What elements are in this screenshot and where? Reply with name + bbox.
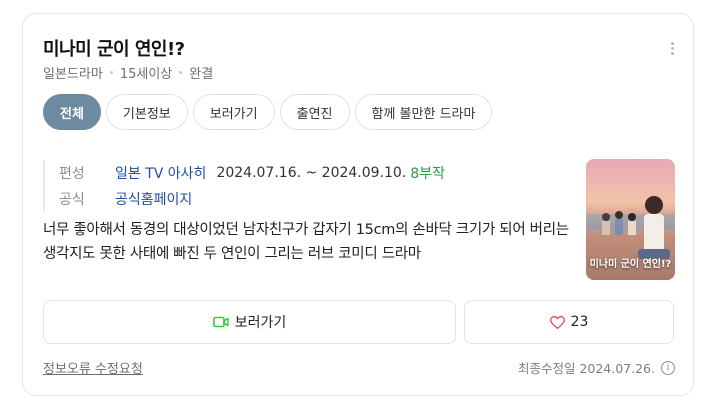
official-label: 공식 <box>59 192 85 208</box>
genre-label: 일본드라마 <box>43 67 103 82</box>
tab-recommended[interactable]: 함께 볼만한 드라마 <box>354 94 493 130</box>
tab-watch[interactable]: 보러가기 <box>192 94 275 130</box>
like-count: 23 <box>570 314 589 330</box>
drama-title: 미나미 군이 연인!? <box>43 39 185 60</box>
poster-title: 미나미 군이 연인!? <box>589 259 672 270</box>
last-updated-text: 최종수정일 2024.07.26. <box>517 361 655 376</box>
watch-button[interactable]: 보러가기 <box>43 300 456 344</box>
episode-count: 8부작 <box>410 166 445 182</box>
poster-image[interactable]: 미나미 군이 연인!? <box>586 159 675 280</box>
tab-cast[interactable]: 출연진 <box>279 94 350 130</box>
broadcast-period: 2024.07.16. ~ 2024.09.10. <box>216 165 407 181</box>
watch-button-label: 보러가기 <box>234 315 287 331</box>
official-homepage-link[interactable]: 공식홈페이지 <box>115 189 192 209</box>
tab-basic-info[interactable]: 기본정보 <box>105 94 188 130</box>
info-section: 편성 일본 TV 아사히 2024.07.16. ~ 2024.09.10. 8… <box>43 160 445 212</box>
like-button[interactable]: 23 <box>464 300 674 344</box>
separator-dot <box>179 71 183 74</box>
separator-dot <box>109 71 113 74</box>
report-error-link[interactable]: 정보오류 수정요청 <box>43 358 143 377</box>
drama-meta: 일본드라마 15세이상 완결 <box>43 63 213 82</box>
broadcast-label: 편성 <box>59 166 85 182</box>
broadcast-row: 편성 일본 TV 아사히 2024.07.16. ~ 2024.09.10. 8… <box>59 160 445 186</box>
tab-bar: 전체 기본정보 보러가기 출연진 함께 볼만한 드라마 <box>43 94 493 130</box>
heart-icon <box>549 315 565 329</box>
tab-all[interactable]: 전체 <box>43 94 101 130</box>
video-icon <box>212 316 229 328</box>
broadcaster-link[interactable]: 일본 TV 아사히 <box>115 163 206 183</box>
last-updated: 최종수정일 2024.07.26. i <box>518 358 675 377</box>
age-rating-label: 15세이상 <box>119 67 173 82</box>
drama-info-card: 미나미 군이 연인!? 일본드라마 15세이상 완결 전체 기본정보 보러가기 … <box>22 13 694 396</box>
status-label: 완결 <box>189 67 214 82</box>
official-row: 공식 공식홈페이지 <box>59 186 445 212</box>
drama-description: 너무 좋아해서 동경의 대상이었던 남자친구가 갑자기 15cm의 손바닥 크기… <box>43 222 569 262</box>
info-icon[interactable]: i <box>661 360 675 375</box>
more-options-icon[interactable] <box>671 42 675 56</box>
